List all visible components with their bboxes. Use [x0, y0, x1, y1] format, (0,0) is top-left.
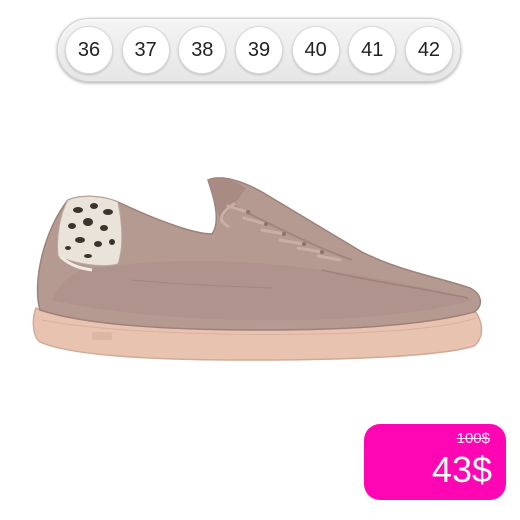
original-price: 100$ — [456, 430, 490, 447]
size-option-36[interactable]: 36 — [65, 26, 113, 74]
size-selector: 36 37 38 39 40 41 42 — [57, 18, 461, 82]
size-option-37[interactable]: 37 — [121, 26, 170, 74]
product-card: 36 37 38 39 40 41 42 100$ 43$ — [0, 0, 520, 520]
size-option-40[interactable]: 40 — [291, 26, 340, 74]
price-badge: 100$ 43$ — [364, 424, 506, 500]
size-option-39[interactable]: 39 — [234, 26, 283, 74]
size-option-41[interactable]: 41 — [348, 26, 397, 74]
size-option-38[interactable]: 38 — [178, 26, 227, 74]
size-option-42[interactable]: 42 — [404, 26, 453, 74]
product-image — [32, 177, 483, 361]
sale-price: 43$ — [431, 449, 492, 490]
